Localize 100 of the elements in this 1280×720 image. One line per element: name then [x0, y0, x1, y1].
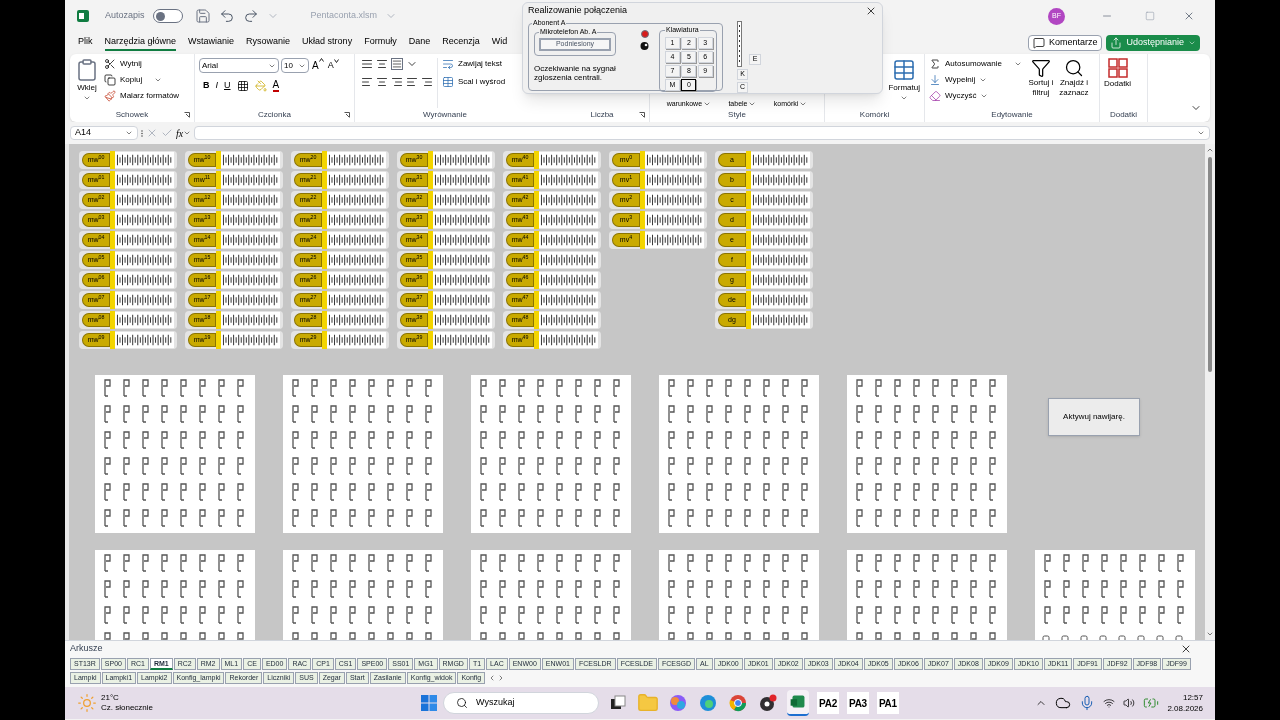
addins-button[interactable]: Dodatki: [1104, 58, 1132, 108]
ribbon-tab[interactable]: Wid: [491, 34, 508, 52]
caret-icon[interactable]: [1197, 129, 1205, 137]
clipboard-icon[interactable]: [75, 58, 99, 82]
font-color-button[interactable]: A: [272, 79, 280, 92]
search-icon[interactable]: [1063, 58, 1084, 78]
cloud-icon[interactable]: [1055, 695, 1072, 711]
volume-icon[interactable]: [1123, 697, 1136, 709]
format-painter-button[interactable]: Malarz formatów: [104, 90, 180, 102]
underline-button[interactable]: U: [224, 79, 231, 93]
caret-icon[interactable]: [1188, 39, 1196, 47]
share-button[interactable]: Udostępnianie: [1106, 35, 1200, 51]
scissors-icon[interactable]: [104, 58, 116, 70]
search-field[interactable]: Wyszukaj: [443, 692, 599, 714]
ribbon-tab[interactable]: Formuły: [364, 34, 397, 52]
paste-button[interactable]: Wklej: [74, 58, 100, 108]
activate-winder-button[interactable]: Aktywuj nawijarę.: [1048, 398, 1140, 436]
caret-icon[interactable]: [799, 100, 808, 108]
borders-icon[interactable]: [236, 79, 249, 92]
paintbrush-icon[interactable]: [104, 90, 116, 102]
eraser-icon[interactable]: [929, 90, 941, 102]
save-icon[interactable]: [194, 8, 211, 24]
caret-icon[interactable]: [154, 76, 163, 84]
caret-icon[interactable]: [748, 100, 757, 108]
insert-function-button[interactable]: fx: [176, 125, 192, 141]
ribbon-tab[interactable]: Narzędzia główne: [104, 34, 177, 52]
increase-indent-icon[interactable]: [421, 76, 433, 88]
align-bottom-icon[interactable]: [391, 58, 403, 70]
ribbon-tab[interactable]: Układ strony: [302, 34, 353, 52]
italic-button[interactable]: I: [215, 79, 218, 93]
clear-button[interactable]: Wyczyść: [929, 90, 1022, 102]
grow-font-button[interactable]: A: [311, 58, 325, 73]
copy-button[interactable]: Kopiuj: [104, 74, 180, 86]
find-select-button[interactable]: Znajdź i zaznacz: [1055, 58, 1092, 108]
merge-icon[interactable]: [442, 76, 454, 88]
comments-button[interactable]: Komentarze: [1027, 35, 1103, 51]
bold-button[interactable]: B: [203, 79, 210, 93]
battery-icon[interactable]: [1143, 695, 1160, 711]
dialog-launcher-icon[interactable]: [184, 112, 190, 118]
align-left-icon[interactable]: [361, 76, 373, 88]
ribbon-tab[interactable]: Recenzja: [442, 34, 480, 52]
decrease-indent-icon[interactable]: [406, 76, 418, 88]
redo-icon[interactable]: [242, 8, 259, 24]
caret-icon[interactable]: [1013, 60, 1022, 68]
align-center-icon[interactable]: [376, 76, 388, 88]
vertical-scrollbar[interactable]: [1205, 144, 1215, 640]
browser-icon[interactable]: [727, 692, 749, 714]
cut-button[interactable]: Wytnij: [104, 58, 180, 70]
autosum-button[interactable]: Autosumowanie: [929, 58, 1022, 70]
copy-icon[interactable]: [104, 74, 116, 86]
search-icon[interactable]: [456, 697, 468, 709]
shrink-font-button[interactable]: A: [326, 58, 340, 73]
comment-icon[interactable]: [1032, 37, 1045, 49]
caret-icon[interactable]: [900, 94, 909, 102]
caret-icon[interactable]: [125, 129, 133, 137]
app-button[interactable]: PA1: [876, 692, 899, 714]
caret-icon[interactable]: [183, 129, 192, 137]
close-icon[interactable]: [865, 5, 877, 17]
align-top-icon[interactable]: [361, 58, 373, 70]
wifi-icon[interactable]: [1103, 697, 1116, 709]
ribbon-tab[interactable]: Dane: [408, 34, 431, 52]
wrap-text-button[interactable]: Zawijaj tekst: [442, 58, 506, 70]
align-middle-icon[interactable]: [376, 58, 388, 70]
app-button[interactable]: PA3: [846, 692, 869, 714]
sort-filter-button[interactable]: Sortuj i filtruj: [1025, 58, 1056, 108]
wrap-text-icon[interactable]: [442, 58, 454, 70]
fill-button[interactable]: Wypełnij: [929, 74, 1022, 86]
filter-icon[interactable]: [1030, 58, 1051, 78]
name-box[interactable]: A14: [70, 126, 138, 140]
autosave-toggle[interactable]: [152, 9, 183, 23]
caret-icon[interactable]: [703, 100, 712, 108]
merge-button[interactable]: Scal i wyśrod: [442, 76, 506, 88]
fill-down-icon[interactable]: [929, 74, 941, 86]
formula-input[interactable]: [194, 126, 1210, 140]
ribbon-tab[interactable]: Wstawianie: [188, 34, 235, 52]
dialog-launcher-icon[interactable]: [344, 112, 350, 118]
app-button[interactable]: PA2: [817, 692, 839, 714]
scroll-up-icon[interactable]: [1206, 146, 1214, 154]
font-family-field[interactable]: Arial: [199, 58, 279, 73]
clock-time[interactable]: 12:57: [1182, 692, 1203, 703]
share-icon[interactable]: [1110, 37, 1123, 49]
table-icon[interactable]: [892, 58, 917, 82]
fill-color-icon[interactable]: [254, 79, 267, 92]
windows-start-icon[interactable]: [421, 695, 437, 711]
sigma-icon[interactable]: [929, 58, 941, 70]
caret-icon[interactable]: [83, 94, 91, 102]
font-size-field[interactable]: 10: [281, 58, 309, 73]
align-right-icon[interactable]: [391, 76, 403, 88]
spreadsheet-app-icon[interactable]: [787, 690, 809, 716]
scroll-down-icon[interactable]: [1206, 630, 1214, 638]
clock-date[interactable]: 2.08.2026: [1167, 703, 1203, 714]
undo-icon[interactable]: [218, 8, 235, 24]
copilot-icon[interactable]: [667, 692, 689, 714]
knob-icon[interactable]: [640, 41, 649, 51]
recorder-icon[interactable]: [757, 692, 779, 714]
format-button[interactable]: Formatuj: [888, 58, 920, 108]
ribbon-tab[interactable]: Plik: [78, 34, 93, 52]
dialog-launcher-icon[interactable]: [639, 112, 645, 118]
browser-icon[interactable]: [697, 692, 719, 714]
ribbon-tab[interactable]: Rysowanie: [246, 34, 291, 52]
